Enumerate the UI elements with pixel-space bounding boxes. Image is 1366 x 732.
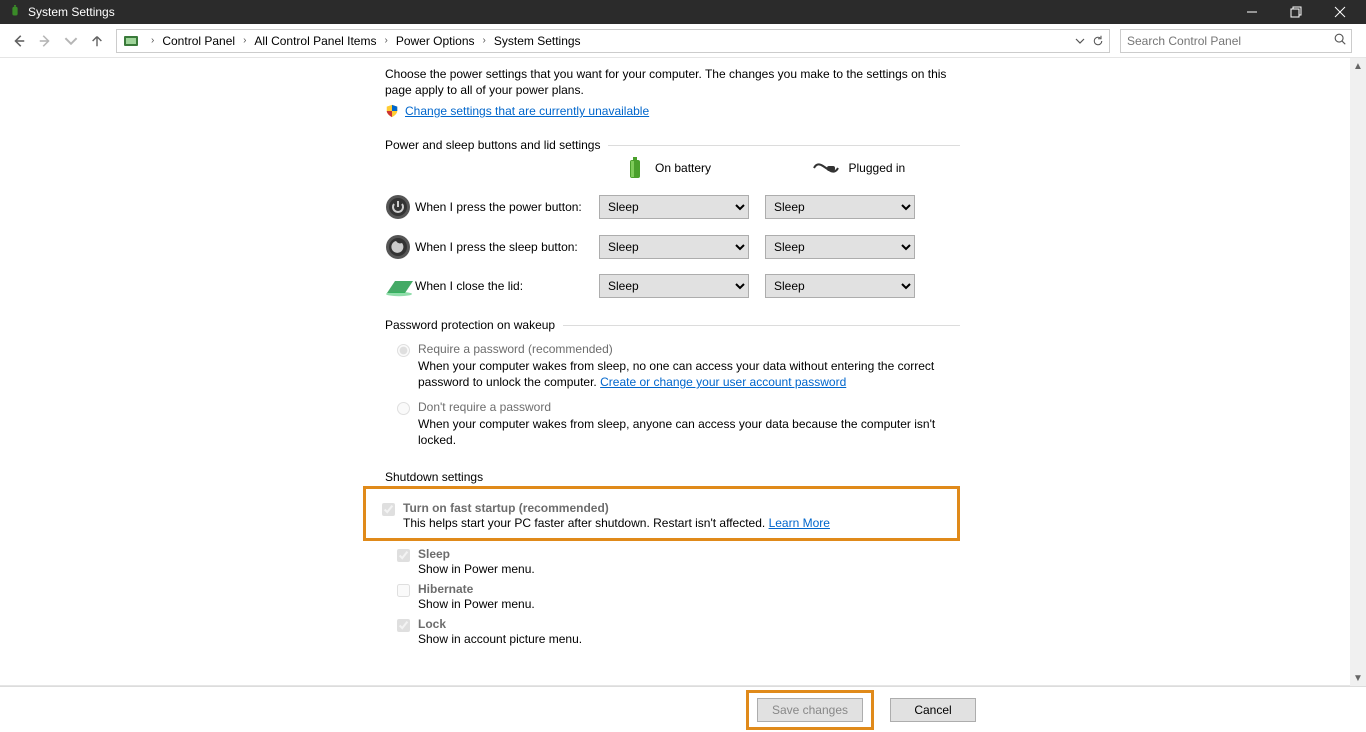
- forward-button[interactable]: [34, 30, 56, 52]
- plug-icon: [813, 160, 839, 176]
- row-label-sleep: When I press the sleep button:: [415, 240, 599, 254]
- breadcrumb-item[interactable]: Control Panel: [160, 34, 237, 48]
- fast-startup-desc: This helps start your PC faster after sh…: [403, 516, 949, 530]
- scroll-down-button[interactable]: ▼: [1353, 670, 1363, 686]
- cancel-button[interactable]: Cancel: [890, 698, 976, 722]
- search-input[interactable]: [1127, 34, 1333, 48]
- recent-locations-button[interactable]: [60, 30, 82, 52]
- lid-plugged-select[interactable]: Sleep: [765, 274, 915, 298]
- breadcrumb: › Control Panel › All Control Panel Item…: [145, 34, 1071, 48]
- content-area: ▲ ▼ Choose the power settings that you w…: [0, 58, 1366, 686]
- window-minimize-button[interactable]: [1230, 0, 1274, 24]
- hibernate-menu-label: Hibernate: [418, 582, 960, 596]
- window-restore-button[interactable]: [1274, 0, 1318, 24]
- highlight-save-button: Save changes: [746, 690, 874, 730]
- breadcrumb-sep[interactable]: ›: [378, 35, 393, 46]
- breadcrumb-sep[interactable]: ›: [477, 35, 492, 46]
- fast-startup-label: Turn on fast startup (recommended): [403, 501, 949, 515]
- refresh-button[interactable]: [1089, 35, 1107, 47]
- column-header-plugged: Plugged in: [849, 161, 906, 175]
- fast-startup-checkbox[interactable]: [382, 503, 395, 516]
- address-bar[interactable]: › Control Panel › All Control Panel Item…: [116, 29, 1110, 53]
- section-title-buttons: Power and sleep buttons and lid settings: [385, 138, 600, 152]
- sleep-menu-label: Sleep: [418, 547, 960, 561]
- scroll-up-button[interactable]: ▲: [1353, 58, 1363, 74]
- breadcrumb-item[interactable]: System Settings: [492, 34, 583, 48]
- breadcrumb-sep[interactable]: ›: [145, 35, 160, 46]
- highlight-fast-startup: Turn on fast startup (recommended) This …: [363, 486, 960, 541]
- sleep-button-plugged-select[interactable]: Sleep: [765, 235, 915, 259]
- no-password-label: Don't require a password: [418, 400, 960, 414]
- window-close-button[interactable]: [1318, 0, 1362, 24]
- require-password-desc: When your computer wakes from sleep, no …: [418, 358, 960, 390]
- no-password-desc: When your computer wakes from sleep, any…: [418, 416, 960, 448]
- require-password-radio[interactable]: [397, 344, 410, 357]
- title-bar: System Settings: [0, 0, 1366, 24]
- sleep-button-icon: [385, 234, 415, 260]
- search-icon: [1333, 32, 1347, 49]
- learn-more-link[interactable]: Learn More: [769, 516, 830, 530]
- power-button-icon: [385, 194, 415, 220]
- sleep-button-battery-select[interactable]: Sleep: [599, 235, 749, 259]
- lid-icon: [385, 275, 415, 297]
- breadcrumb-sep[interactable]: ›: [237, 35, 252, 46]
- address-dropdown-button[interactable]: [1071, 36, 1089, 46]
- no-password-radio[interactable]: [397, 402, 410, 415]
- section-title-shutdown: Shutdown settings: [385, 470, 960, 484]
- intro-text: Choose the power settings that you want …: [385, 66, 960, 98]
- power-options-app-icon: [8, 5, 22, 19]
- divider: [608, 145, 960, 146]
- search-box[interactable]: [1120, 29, 1352, 53]
- lock-menu-desc: Show in account picture menu.: [418, 632, 960, 646]
- scrollbar[interactable]: ▲ ▼: [1350, 58, 1366, 686]
- lid-battery-select[interactable]: Sleep: [599, 274, 749, 298]
- navigation-bar: › Control Panel › All Control Panel Item…: [0, 24, 1366, 58]
- create-password-link[interactable]: Create or change your user account passw…: [600, 375, 846, 389]
- column-header-battery: On battery: [655, 161, 711, 175]
- row-label-power: When I press the power button:: [415, 200, 599, 214]
- require-password-label: Require a password (recommended): [418, 342, 960, 356]
- sleep-menu-desc: Show in Power menu.: [418, 562, 960, 576]
- breadcrumb-item[interactable]: Power Options: [394, 34, 477, 48]
- change-unavailable-settings-link[interactable]: Change settings that are currently unava…: [405, 104, 649, 118]
- lock-menu-checkbox[interactable]: [397, 619, 410, 632]
- power-button-battery-select[interactable]: Sleep: [599, 195, 749, 219]
- row-label-lid: When I close the lid:: [415, 279, 599, 293]
- back-button[interactable]: [8, 30, 30, 52]
- lock-menu-label: Lock: [418, 617, 960, 631]
- breadcrumb-item[interactable]: All Control Panel Items: [252, 34, 378, 48]
- hibernate-menu-desc: Show in Power menu.: [418, 597, 960, 611]
- shield-icon: [385, 104, 399, 118]
- hibernate-menu-checkbox[interactable]: [397, 584, 410, 597]
- battery-icon: [625, 156, 645, 180]
- window-title: System Settings: [28, 5, 1230, 19]
- sleep-menu-checkbox[interactable]: [397, 549, 410, 562]
- footer-bar: Save changes Cancel: [0, 686, 1366, 732]
- section-title-password: Password protection on wakeup: [385, 318, 555, 332]
- up-button[interactable]: [86, 30, 108, 52]
- power-button-plugged-select[interactable]: Sleep: [765, 195, 915, 219]
- divider: [563, 325, 960, 326]
- save-changes-button[interactable]: Save changes: [757, 698, 863, 722]
- control-panel-icon: [123, 33, 139, 49]
